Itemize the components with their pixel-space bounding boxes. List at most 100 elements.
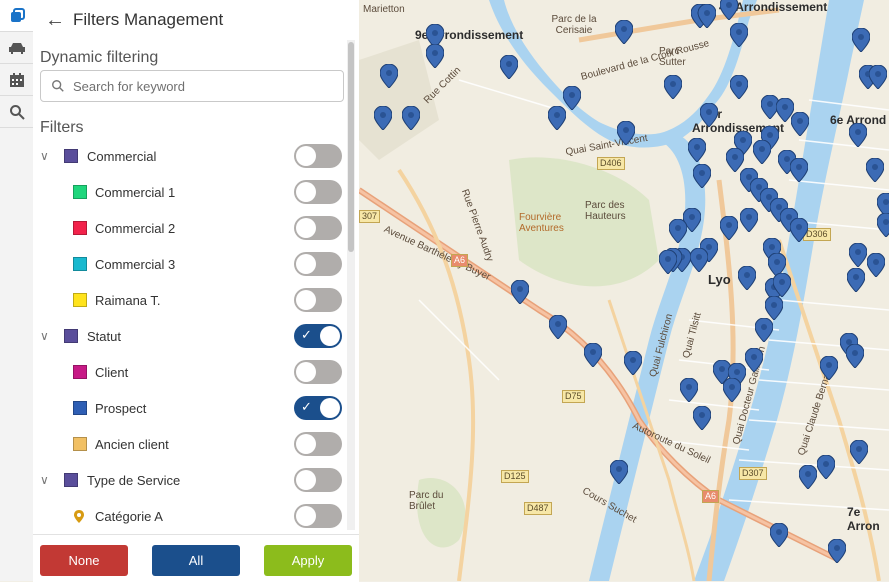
- toggle-commercial-2[interactable]: [294, 216, 342, 240]
- map-marker-icon[interactable]: [816, 454, 836, 480]
- toggle-client[interactable]: [294, 360, 342, 384]
- toggle-commercial[interactable]: [294, 144, 342, 168]
- chevron-down-icon[interactable]: ∨: [40, 473, 49, 487]
- map-marker-icon[interactable]: [798, 464, 818, 490]
- map-marker-icon[interactable]: [819, 355, 839, 381]
- filter-row-ancien-client: Ancien client: [33, 426, 351, 462]
- toggle-commercial-3[interactable]: [294, 252, 342, 276]
- filter-label: Prospect: [95, 400, 147, 416]
- map-marker-icon[interactable]: [499, 54, 519, 80]
- all-button[interactable]: All: [152, 545, 240, 576]
- map-label-fourviere: Fourvière Aventures: [519, 212, 564, 234]
- filter-label: Ancien client: [95, 436, 169, 452]
- filter-row-commercial-2: Commercial 2: [33, 210, 351, 246]
- back-arrow-icon[interactable]: ←: [45, 9, 73, 32]
- map-marker-icon[interactable]: [764, 295, 784, 321]
- map-marker-icon[interactable]: [547, 105, 567, 131]
- color-swatch: [73, 437, 87, 451]
- none-button[interactable]: None: [40, 545, 128, 576]
- map-marker-icon[interactable]: [609, 459, 629, 485]
- map-marker-icon[interactable]: [848, 122, 868, 148]
- scrollbar-thumb[interactable]: [348, 42, 354, 252]
- map-marker-icon[interactable]: [737, 265, 757, 291]
- map-marker-icon[interactable]: [719, 0, 739, 21]
- map-marker-icon[interactable]: [851, 27, 871, 53]
- map-marker-icon[interactable]: [663, 74, 683, 100]
- map-marker-icon[interactable]: [658, 249, 678, 275]
- road-shield: D307: [739, 467, 767, 480]
- map-marker-icon[interactable]: [719, 215, 739, 241]
- map-marker-icon[interactable]: [379, 63, 399, 89]
- map-marker-icon[interactable]: [772, 272, 792, 298]
- map-marker-icon[interactable]: [849, 439, 869, 465]
- color-swatch: [73, 185, 87, 199]
- calendar-button[interactable]: [0, 64, 33, 96]
- map-marker-icon[interactable]: [616, 120, 636, 146]
- map-marker-icon[interactable]: [754, 317, 774, 343]
- toggle-prospect[interactable]: ✓: [294, 396, 342, 420]
- map-marker-icon[interactable]: [722, 377, 742, 403]
- toggle-commercial-1[interactable]: [294, 180, 342, 204]
- map-marker-icon[interactable]: [866, 252, 886, 278]
- toggle-type-de-service[interactable]: [294, 468, 342, 492]
- panel-title: Filters Management: [73, 10, 224, 29]
- map-marker-icon[interactable]: [668, 218, 688, 244]
- map-label-cerisaie: Parc de la Cerisaie: [551, 14, 597, 36]
- map-marker-icon[interactable]: [744, 347, 764, 373]
- map-marker-icon[interactable]: [583, 342, 603, 368]
- apply-button[interactable]: Apply: [264, 545, 352, 576]
- map-marker-icon[interactable]: [769, 522, 789, 548]
- toggle-categorie-a[interactable]: [294, 504, 342, 528]
- filter-row-commercial-3: Commercial 3: [33, 246, 351, 282]
- checkmark-icon: ✓: [301, 327, 312, 342]
- color-swatch: [73, 365, 87, 379]
- map-marker-icon[interactable]: [790, 111, 810, 137]
- keyword-search-input[interactable]: Search for keyword: [40, 70, 344, 102]
- map-marker-icon[interactable]: [789, 157, 809, 183]
- map-marker-icon[interactable]: [845, 343, 865, 369]
- map-marker-icon[interactable]: [699, 102, 719, 128]
- color-swatch: [73, 401, 87, 415]
- toggle-ancien-client[interactable]: [294, 432, 342, 456]
- map-view[interactable]: 4e Arrondissement 9e Arrondissement 1er …: [359, 0, 889, 581]
- map-marker-icon[interactable]: [614, 19, 634, 45]
- map-marker-icon[interactable]: [425, 43, 445, 69]
- map-marker-icon[interactable]: [401, 105, 421, 131]
- vehicle-button[interactable]: [0, 32, 33, 64]
- map-marker-icon[interactable]: [865, 157, 885, 183]
- map-marker-icon[interactable]: [623, 350, 643, 376]
- road-shield: D125: [501, 470, 529, 483]
- map-marker-icon[interactable]: [846, 267, 866, 293]
- map-marker-icon[interactable]: [689, 247, 709, 273]
- app-logo-button[interactable]: [0, 0, 33, 32]
- map-marker-icon[interactable]: [752, 139, 772, 165]
- chevron-down-icon[interactable]: ∨: [40, 329, 49, 343]
- toggle-statut[interactable]: ✓: [294, 324, 342, 348]
- map-marker-icon[interactable]: [692, 163, 712, 189]
- road-shield: D406: [597, 157, 625, 170]
- map-marker-icon[interactable]: [827, 538, 847, 564]
- panel-scrollbar[interactable]: [347, 40, 355, 530]
- map-label-lyon: Lyo: [708, 272, 731, 287]
- map-marker-icon[interactable]: [697, 3, 717, 29]
- map-marker-icon[interactable]: [687, 137, 707, 163]
- map-marker-icon[interactable]: [868, 64, 888, 90]
- map-marker-icon[interactable]: [548, 314, 568, 340]
- dynamic-filtering-heading: Dynamic filtering: [40, 49, 159, 66]
- map-marker-icon[interactable]: [692, 405, 712, 431]
- map-marker-icon[interactable]: [510, 279, 530, 305]
- search-button[interactable]: [0, 96, 33, 128]
- map-marker-icon[interactable]: [729, 22, 749, 48]
- toggle-raimana[interactable]: [294, 288, 342, 312]
- filter-row-statut: ∨ Statut ✓: [33, 318, 351, 354]
- map-marker-icon[interactable]: [789, 217, 809, 243]
- map-marker-icon[interactable]: [848, 242, 868, 268]
- map-label-marietton: Marietton: [363, 4, 405, 15]
- filter-row-commercial-1: Commercial 1: [33, 174, 351, 210]
- chevron-down-icon[interactable]: ∨: [40, 149, 49, 163]
- map-marker-icon[interactable]: [679, 377, 699, 403]
- map-marker-icon[interactable]: [729, 74, 749, 100]
- map-marker-icon[interactable]: [739, 207, 759, 233]
- map-marker-icon[interactable]: [373, 105, 393, 131]
- map-marker-icon[interactable]: [876, 212, 889, 238]
